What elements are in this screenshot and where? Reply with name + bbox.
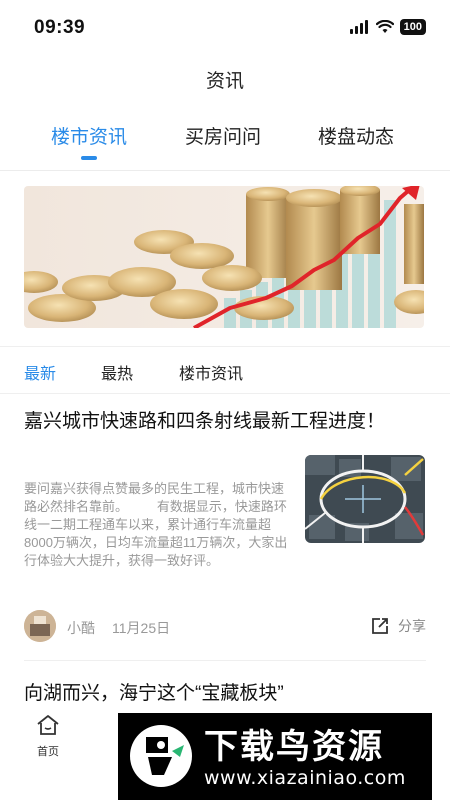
article-card[interactable]: 嘉兴城市快速路和四条射线最新工程进度！ 要问嘉兴获得点赞最多的民生工程，城市快速…	[24, 408, 426, 642]
article-title[interactable]: 嘉兴城市快速路和四条射线最新工程进度！	[24, 408, 426, 436]
share-button[interactable]: 分享	[370, 616, 426, 636]
subtab-hottest[interactable]: 最热	[101, 360, 133, 384]
article-thumbnail[interactable]	[305, 455, 425, 543]
avatar-image	[24, 610, 56, 642]
banner-image[interactable]	[24, 186, 424, 328]
divider	[24, 660, 426, 661]
cellular-signal-icon	[349, 20, 368, 34]
nav-home-button[interactable]: 首页	[28, 714, 68, 759]
divider	[0, 346, 450, 347]
watermark-title: 下载鸟资源	[204, 727, 384, 767]
road-map-thumbnail	[305, 455, 425, 543]
article-title[interactable]: 向湖而兴，海宁这个“宝藏板块”	[24, 678, 284, 705]
publish-date: 11月25日	[112, 620, 171, 636]
sub-tab-bar: 最新 最热 楼市资讯	[0, 360, 450, 388]
coins-chart-illustration	[24, 186, 424, 328]
page-title: 资讯	[205, 71, 244, 92]
divider	[0, 393, 450, 394]
status-bar: 09:39 100	[0, 0, 450, 52]
share-label: 分享	[398, 618, 426, 634]
tab-market-news[interactable]: 楼市资讯	[51, 122, 127, 149]
bird-logo-icon	[130, 725, 192, 787]
top-tab-bar: 楼市资讯 买房问问 楼盘动态	[0, 122, 450, 170]
divider	[0, 170, 450, 171]
nav-home-label: 首页	[37, 746, 59, 758]
tab-property-updates[interactable]: 楼盘动态	[318, 122, 394, 149]
share-icon	[372, 618, 388, 634]
subtab-latest[interactable]: 最新	[24, 360, 56, 384]
avatar[interactable]	[24, 610, 56, 642]
author-name[interactable]: 小酷	[67, 618, 95, 638]
article-meta: 小酷 11月25日 分享	[24, 608, 426, 644]
home-icon	[37, 715, 59, 735]
active-tab-indicator	[81, 156, 97, 160]
status-icons: 100	[349, 19, 426, 35]
watermark-url: www.xiazainiao.com	[204, 767, 406, 789]
status-time: 09:39	[34, 17, 86, 38]
subtab-market-news[interactable]: 楼市资讯	[179, 360, 243, 384]
tab-buying-qa[interactable]: 买房问问	[185, 122, 261, 149]
wifi-icon	[375, 20, 394, 33]
battery-indicator: 100	[399, 19, 426, 35]
watermark: 下载鸟资源 www.xiazainiao.com	[118, 713, 432, 800]
article-summary: 要问嘉兴获得点赞最多的民生工程，城市快速路必然排名靠前。 有数据显示，快速路环线…	[24, 481, 288, 568]
